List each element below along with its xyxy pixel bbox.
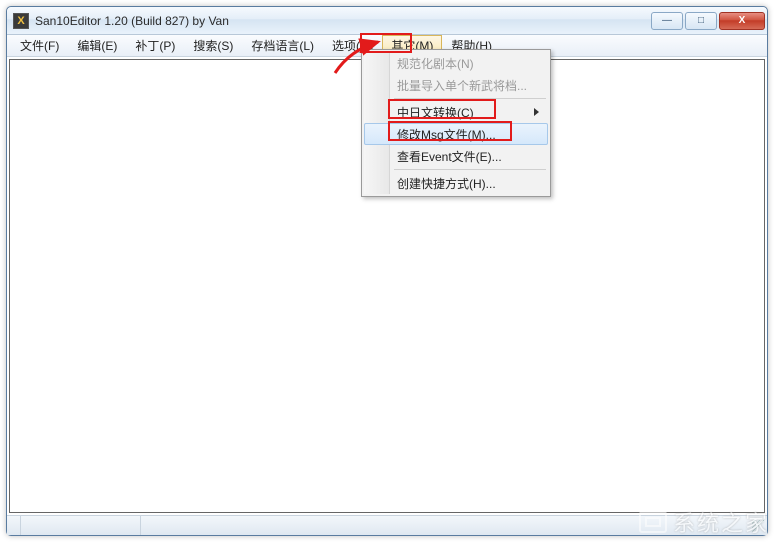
menu-other-dropdown: 规范化剧本(N) 批量导入单个新武将档... 中日文转换(C) 修改Msg文件(…: [361, 49, 551, 197]
dropdown-item-shortcut[interactable]: 创建快捷方式(H)...: [364, 172, 548, 194]
resize-grip[interactable]: [752, 520, 764, 532]
statusbar-cell: [21, 516, 141, 535]
dropdown-separator: [394, 169, 546, 170]
dropdown-item-editmsg[interactable]: 修改Msg文件(M)...: [364, 123, 548, 145]
minimize-button[interactable]: —: [651, 12, 683, 30]
chevron-right-icon: [534, 108, 539, 116]
menu-patch[interactable]: 补丁(P): [126, 35, 184, 56]
app-icon: X: [13, 13, 29, 29]
menu-search[interactable]: 搜索(S): [184, 35, 242, 56]
dropdown-separator: [394, 98, 546, 99]
dropdown-item-normalize: 规范化剧本(N): [364, 52, 548, 74]
close-button[interactable]: X: [719, 12, 765, 30]
menu-file[interactable]: 文件(F): [11, 35, 68, 56]
dropdown-item-viewevent[interactable]: 查看Event文件(E)...: [364, 145, 548, 167]
menu-edit[interactable]: 编辑(E): [68, 35, 126, 56]
statusbar: [7, 515, 767, 535]
menu-lang[interactable]: 存档语言(L): [242, 35, 323, 56]
maximize-button[interactable]: □: [685, 12, 717, 30]
window-title: San10Editor 1.20 (Build 827) by Van: [35, 14, 649, 28]
window-controls: — □ X: [649, 12, 765, 30]
dropdown-item-label: 中日文转换(C): [397, 104, 474, 121]
titlebar[interactable]: X San10Editor 1.20 (Build 827) by Van — …: [7, 7, 767, 35]
dropdown-item-batchimport: 批量导入单个新武将档...: [364, 74, 548, 96]
statusbar-cell: [7, 516, 21, 535]
statusbar-cell: [141, 516, 767, 535]
dropdown-item-cjconvert[interactable]: 中日文转换(C): [364, 101, 548, 123]
